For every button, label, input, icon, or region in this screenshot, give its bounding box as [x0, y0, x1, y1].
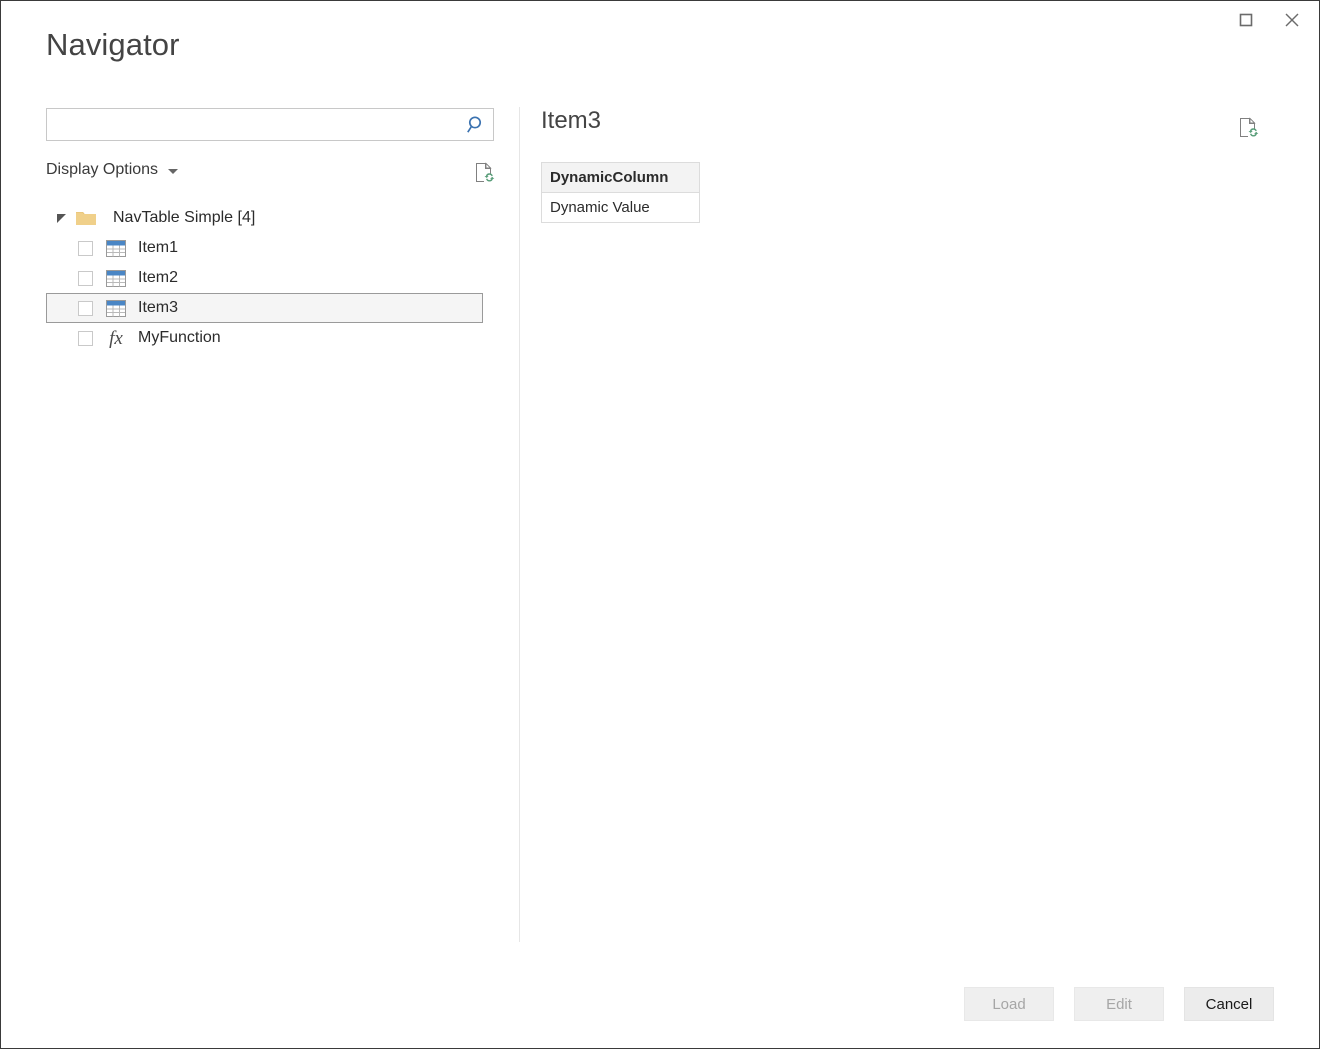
page-title: Navigator	[46, 27, 180, 62]
pane-divider	[519, 107, 520, 942]
table-header-row: DynamicColumn	[541, 162, 700, 193]
table-row: Dynamic Value	[541, 192, 700, 223]
expand-collapse-toggle[interactable]	[57, 213, 75, 223]
search-box[interactable]	[46, 108, 494, 141]
tree-item-myfunction[interactable]: fx MyFunction	[46, 323, 496, 353]
table-icon	[106, 239, 126, 257]
table-icon	[106, 299, 126, 317]
document-refresh-glyph	[1240, 117, 1259, 137]
preview-title: Item3	[541, 107, 602, 134]
left-pane: Display Options NavTable Simple [4] Item…	[46, 108, 496, 353]
tree-item-label: Item1	[138, 239, 179, 256]
cancel-button[interactable]: Cancel	[1184, 987, 1274, 1021]
close-icon	[1285, 13, 1299, 27]
title-bar	[1, 1, 1319, 39]
window-controls	[1223, 1, 1315, 39]
display-options-row: Display Options	[46, 160, 496, 187]
folder-glyph	[76, 212, 96, 225]
tree-item-label: MyFunction	[138, 329, 221, 346]
document-refresh-icon-preview[interactable]	[1236, 115, 1260, 141]
search-input[interactable]	[47, 109, 457, 140]
preview-header: Item3	[541, 109, 1274, 147]
table-cell: Dynamic Value	[541, 192, 700, 223]
fx-glyph: fx	[109, 327, 123, 349]
table-glyph	[106, 239, 126, 257]
display-options-label: Display Options	[46, 161, 159, 178]
tree-item-item3[interactable]: Item3	[46, 293, 483, 323]
tree-item-label: Item2	[138, 269, 179, 286]
tree-item-item2[interactable]: Item2	[46, 263, 496, 293]
preview-pane: Item3 DynamicColumn Dynamic Value	[541, 109, 1274, 223]
display-options-dropdown[interactable]: Display Options	[46, 161, 179, 179]
chevron-down-icon	[168, 169, 179, 174]
magnifier-glyph	[467, 116, 482, 133]
close-button[interactable]	[1269, 1, 1315, 39]
navigation-tree: NavTable Simple [4] Item1 Item2 Item3 fx…	[46, 203, 496, 353]
search-icon[interactable]	[463, 113, 487, 137]
tree-item-checkbox[interactable]	[78, 270, 93, 286]
load-button[interactable]: Load	[964, 987, 1054, 1021]
navigator-dialog: Navigator Display Options NavTable Simpl…	[0, 0, 1320, 1049]
tree-item-item1[interactable]: Item1	[46, 233, 496, 263]
document-refresh-glyph	[476, 162, 495, 182]
restore-icon	[1239, 13, 1253, 27]
tree-item-checkbox[interactable]	[78, 300, 93, 316]
tree-root-node[interactable]: NavTable Simple [4]	[46, 203, 496, 233]
tree-item-checkbox[interactable]	[78, 240, 93, 256]
document-refresh-icon-left[interactable]	[472, 160, 496, 186]
edit-button[interactable]: Edit	[1074, 987, 1164, 1021]
restore-button[interactable]	[1223, 1, 1269, 39]
folder-icon	[75, 209, 101, 227]
tree-root-label: NavTable Simple [4]	[113, 209, 256, 226]
dialog-footer: Load Edit Cancel	[964, 987, 1274, 1021]
tree-item-checkbox[interactable]	[78, 330, 93, 346]
table-glyph	[106, 269, 126, 287]
preview-data-table: DynamicColumn Dynamic Value	[541, 162, 700, 223]
table-icon	[106, 269, 126, 287]
column-header-dynamiccolumn[interactable]: DynamicColumn	[541, 162, 700, 193]
tree-item-label: Item3	[138, 299, 179, 316]
function-fx-icon: fx	[106, 327, 126, 349]
triangle-expanded-icon	[57, 213, 66, 223]
table-glyph	[106, 299, 126, 317]
